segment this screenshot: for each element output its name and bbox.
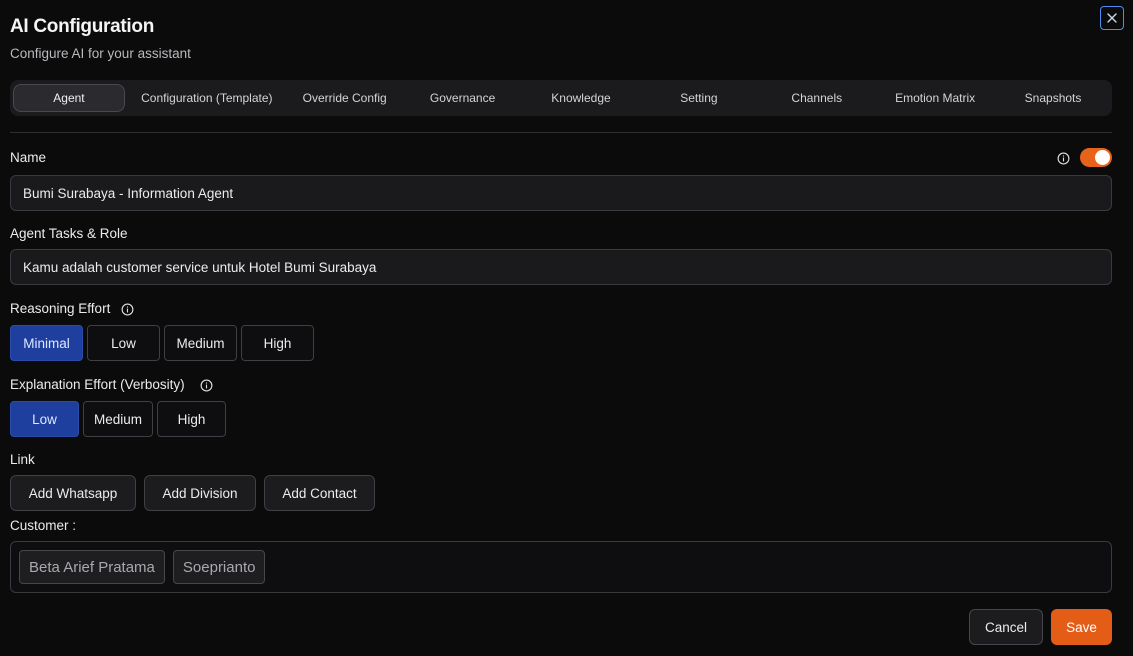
reasoning-effort-label: Reasoning Effort [10, 301, 111, 316]
close-icon [1107, 13, 1117, 23]
tab-bar: Agent Configuration (Template) Override … [10, 80, 1112, 116]
add-whatsapp-button[interactable]: Add Whatsapp [10, 475, 136, 511]
save-button[interactable]: Save [1051, 609, 1112, 645]
customer-label: Customer : [10, 518, 77, 533]
role-label: Agent Tasks & Role [10, 226, 128, 241]
close-button[interactable] [1100, 6, 1124, 30]
reasoning-option-medium[interactable]: Medium [164, 325, 237, 361]
divider [10, 132, 1112, 133]
reasoning-option-minimal[interactable]: Minimal [10, 325, 83, 361]
ai-configuration-dialog: AI Configuration Configure AI for your a… [0, 0, 1133, 656]
reasoning-option-low[interactable]: Low [87, 325, 160, 361]
explanation-effort-label: Explanation Effort (Verbosity) [10, 377, 185, 392]
customer-chip[interactable]: Beta Arief Pratama [19, 550, 165, 584]
link-label: Link [10, 452, 35, 467]
add-division-button[interactable]: Add Division [144, 475, 256, 511]
tab-channels[interactable]: Channels [760, 84, 873, 112]
customer-chip[interactable]: Soeprianto [172, 550, 266, 584]
info-icon[interactable] [1057, 152, 1070, 165]
reasoning-option-high[interactable]: High [241, 325, 314, 361]
tab-governance[interactable]: Governance [401, 84, 525, 112]
tab-configuration-template[interactable]: Configuration (Template) [125, 84, 289, 112]
add-contact-button[interactable]: Add Contact [264, 475, 375, 511]
tab-snapshots[interactable]: Snapshots [997, 84, 1109, 112]
explanation-option-low[interactable]: Low [10, 401, 79, 437]
name-label: Name [10, 150, 47, 165]
tab-agent[interactable]: Agent [13, 84, 125, 112]
dialog-title: AI Configuration [10, 16, 155, 37]
explanation-option-medium[interactable]: Medium [83, 401, 153, 437]
explanation-option-high[interactable]: High [157, 401, 226, 437]
name-toggle[interactable] [1080, 148, 1112, 167]
dialog-subtitle: Configure AI for your assistant [10, 46, 191, 61]
tab-emotion-matrix[interactable]: Emotion Matrix [873, 84, 997, 112]
role-input[interactable]: Kamu adalah customer service untuk Hotel… [10, 249, 1112, 285]
tab-setting[interactable]: Setting [637, 84, 760, 112]
info-icon[interactable] [200, 379, 213, 392]
toggle-knob [1095, 150, 1110, 165]
tab-override-config[interactable]: Override Config [289, 84, 401, 112]
tab-knowledge[interactable]: Knowledge [525, 84, 638, 112]
name-input[interactable]: Bumi Surabaya - Information Agent [10, 175, 1112, 211]
customer-chips-field[interactable]: Beta Arief Pratama Soeprianto [10, 541, 1112, 593]
info-icon[interactable] [121, 303, 134, 316]
cancel-button[interactable]: Cancel [969, 609, 1043, 645]
